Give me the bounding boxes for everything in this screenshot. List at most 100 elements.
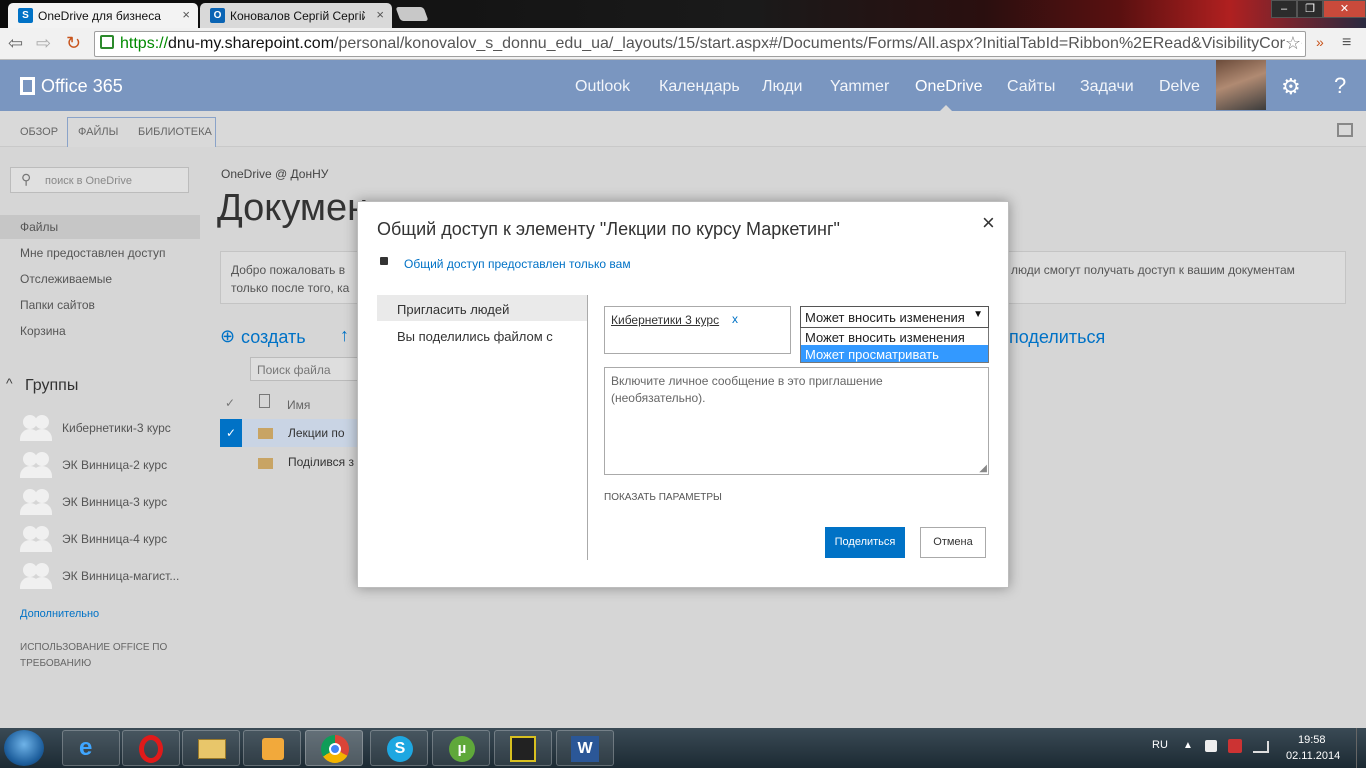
- file-name[interactable]: Лекции по: [288, 426, 345, 440]
- more-link[interactable]: Дополнительно: [20, 608, 99, 620]
- network-signal-icon[interactable]: [1253, 741, 1269, 753]
- minimize-button[interactable]: –: [1271, 0, 1297, 18]
- forward-arrow-icon[interactable]: ⇨: [36, 34, 51, 52]
- group-item[interactable]: ЭК Винница-магист...: [62, 569, 179, 583]
- file-explorer-icon[interactable]: [182, 730, 240, 766]
- group-item[interactable]: ЭК Винница-4 курс: [62, 532, 167, 546]
- breadcrumb[interactable]: OneDrive @ ДонНУ: [221, 167, 328, 181]
- show-options-link[interactable]: ПОКАЗАТЬ ПАРАМЕТРЫ: [604, 492, 722, 503]
- welcome-text-right: люди смогут получать доступ к вашим доку…: [1011, 263, 1295, 277]
- media-player-icon[interactable]: [243, 730, 301, 766]
- groups-heading[interactable]: Группы: [25, 377, 78, 395]
- input-language[interactable]: RU: [1152, 739, 1168, 751]
- tab-library[interactable]: БИБЛИОТЕКА: [138, 126, 212, 138]
- nav-calendar[interactable]: Календарь: [659, 78, 740, 96]
- nav-site-folders[interactable]: Папки сайтов: [20, 298, 95, 312]
- tray-expand-icon[interactable]: ▲: [1183, 740, 1193, 751]
- side-tab-shared-with[interactable]: Вы поделились файлом с: [397, 329, 553, 344]
- new-tab-button[interactable]: [395, 7, 429, 21]
- upload-icon[interactable]: ↑: [340, 325, 349, 346]
- settings-gear-icon[interactable]: ⚙: [1281, 74, 1301, 100]
- start-button[interactable]: [4, 730, 44, 766]
- file-type-icon: [259, 394, 270, 408]
- nav-delve[interactable]: Delve: [1159, 78, 1200, 96]
- nav-onedrive[interactable]: OneDrive: [915, 78, 983, 96]
- chrome-menu-icon[interactable]: ≡: [1342, 34, 1351, 52]
- create-command[interactable]: создать: [241, 327, 306, 348]
- group-avatar-icon: [20, 561, 52, 589]
- skype-icon[interactable]: S: [370, 730, 428, 766]
- group-avatar-icon: [20, 524, 52, 552]
- nav-outlook[interactable]: Outlook: [575, 78, 630, 96]
- close-window-button[interactable]: ✕: [1323, 0, 1366, 18]
- nav-followed[interactable]: Отслеживаемые: [20, 272, 112, 286]
- select-all-check-icon[interactable]: ✓: [225, 396, 235, 410]
- side-tab-invite-active[interactable]: Пригласить людей: [377, 295, 588, 321]
- group-item[interactable]: Кибернетики-3 курс: [62, 421, 171, 435]
- permission-option-edit[interactable]: Может вносить изменения: [801, 328, 988, 345]
- permission-select[interactable]: Может вносить изменения ▼: [800, 306, 989, 328]
- restore-button[interactable]: ❐: [1297, 0, 1323, 18]
- personal-message-input[interactable]: Включите личное сообщение в это приглаше…: [604, 367, 989, 475]
- show-desktop-button[interactable]: [1356, 728, 1366, 768]
- tab-files[interactable]: ФАЙЛЫ: [78, 126, 118, 138]
- file-name[interactable]: Поділився з: [288, 455, 354, 469]
- tab-browse[interactable]: ОБЗОР: [20, 126, 58, 138]
- tab-close-icon[interactable]: ×: [182, 7, 190, 22]
- office365-logo[interactable]: Office 365: [20, 76, 123, 97]
- browser-tab-outlook[interactable]: O Коновалов Сергій Сергійо ×: [200, 3, 392, 28]
- nav-people[interactable]: Люди: [762, 78, 802, 96]
- internet-explorer-icon[interactable]: e: [62, 730, 120, 766]
- remove-recipient-icon[interactable]: x: [732, 312, 738, 326]
- action-center-flag-icon[interactable]: [1205, 740, 1217, 752]
- recipient-chip[interactable]: Кибернетики 3 курс: [611, 313, 719, 327]
- back-arrow-icon[interactable]: ⇦: [8, 34, 23, 52]
- cancel-button[interactable]: Отмена: [920, 527, 986, 558]
- nav-shared-with-me[interactable]: Мне предоставлен доступ: [20, 246, 165, 260]
- close-icon[interactable]: ×: [982, 210, 995, 236]
- focus-mode-icon[interactable]: [1337, 123, 1353, 137]
- nav-files[interactable]: Файлы: [20, 220, 58, 234]
- recipients-field[interactable]: Кибернетики 3 курс x: [604, 306, 791, 354]
- group-item[interactable]: ЭК Винница-3 курс: [62, 495, 167, 509]
- browser-tab-onedrive[interactable]: S OneDrive для бизнеса ×: [8, 3, 198, 28]
- group-avatar-icon: [20, 413, 52, 441]
- share-button[interactable]: Поделиться: [825, 527, 905, 558]
- plus-circle-icon[interactable]: ⊕: [220, 326, 235, 347]
- share-command[interactable]: поделиться: [1009, 327, 1105, 348]
- bookmark-star-icon[interactable]: ☆: [1284, 33, 1301, 54]
- opera-icon[interactable]: [122, 730, 180, 766]
- chrome-icon[interactable]: [305, 730, 363, 766]
- tray-app-icon[interactable]: [1228, 739, 1242, 753]
- collapse-chevron-icon[interactable]: ^: [6, 375, 13, 391]
- clock-date[interactable]: 02.11.2014: [1286, 750, 1340, 762]
- word-icon[interactable]: W: [556, 730, 614, 766]
- office-on-demand-link[interactable]: ИСПОЛЬЗОВАНИЕ OFFICE ПО ТРЕБОВАНИЮ: [20, 640, 170, 672]
- address-bar[interactable]: https://dnu-my.sharepoint.com/personal/k…: [94, 31, 1306, 57]
- search-input[interactable]: ⚲ поиск в OneDrive: [10, 167, 189, 193]
- access-status-link[interactable]: Общий доступ предоставлен только вам: [404, 257, 631, 271]
- nav-yammer[interactable]: Yammer: [830, 78, 889, 96]
- user-avatar[interactable]: [1216, 60, 1266, 110]
- nav-tasks[interactable]: Задачи: [1080, 78, 1134, 96]
- url-host: dnu-my.sharepoint.com: [168, 35, 335, 52]
- nav-sites[interactable]: Сайты: [1007, 78, 1055, 96]
- utorrent-icon[interactable]: µ: [432, 730, 490, 766]
- find-file-input[interactable]: Поиск файла: [250, 357, 360, 381]
- browser-toolbar: ⇦ ⇨ ↻ https://dnu-my.sharepoint.com/pers…: [0, 28, 1366, 60]
- reload-icon[interactable]: ↻: [66, 34, 81, 52]
- clock-time[interactable]: 19:58: [1298, 734, 1326, 746]
- dialog-title: Общий доступ к элементу "Лекции по курсу…: [377, 219, 840, 239]
- side-tab-label: Пригласить людей: [397, 302, 510, 317]
- resize-handle-icon[interactable]: ◢: [979, 463, 987, 474]
- search-placeholder: поиск в OneDrive: [45, 175, 132, 187]
- permission-option-view[interactable]: Может просматривать: [801, 345, 988, 362]
- nav-recycle-bin[interactable]: Корзина: [20, 324, 66, 338]
- help-icon[interactable]: ?: [1334, 73, 1346, 99]
- overflow-chevron[interactable]: »: [1316, 34, 1324, 50]
- row-checkbox-checked[interactable]: ✓: [220, 419, 242, 447]
- group-item[interactable]: ЭК Винница-2 курс: [62, 458, 167, 472]
- column-name[interactable]: Имя: [287, 398, 310, 412]
- tab-close-icon[interactable]: ×: [376, 7, 384, 22]
- calculator-app-icon[interactable]: [494, 730, 552, 766]
